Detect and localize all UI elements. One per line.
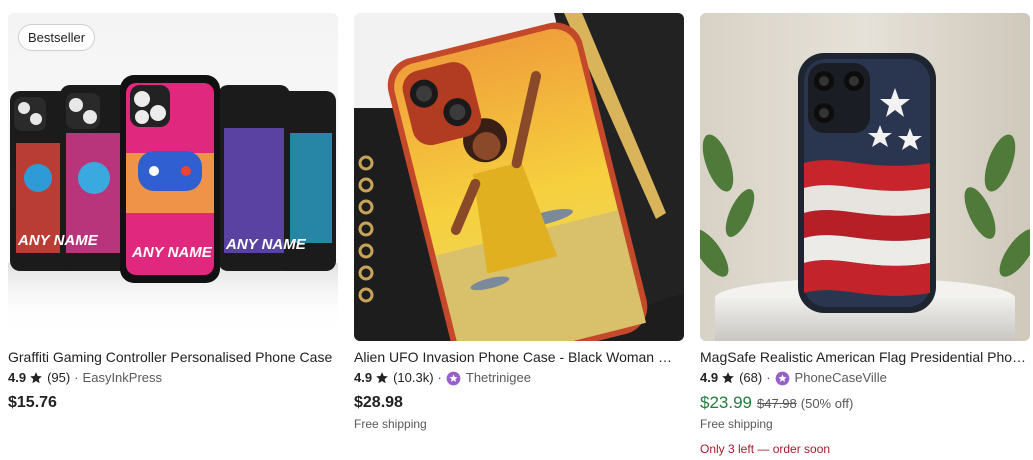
sale-price: $23.99 [700,393,752,412]
star-icon [722,372,734,384]
original-price: $47.98 [757,396,797,411]
listing-image[interactable] [700,13,1030,341]
separator-dot: · [74,370,79,385]
free-shipping-label: Free shipping [354,417,427,431]
shop-name[interactable]: EasyInkPress [83,368,162,388]
listing-title[interactable]: MagSafe Realistic American Flag Presiden… [700,347,1028,367]
star-seller-icon [775,371,789,385]
price-row: $28.98 [354,392,684,414]
shop-name[interactable]: Thetrinigee [466,368,531,388]
case-name-text: ANY NAME [17,232,99,249]
rating-value: 4.9 [8,370,27,385]
discount-label: (50% off) [800,396,854,411]
bestseller-badge: Bestseller [18,24,96,51]
listing-card[interactable]: MagSafe Realistic American Flag Presiden… [700,13,1030,456]
review-count: (68) [739,370,763,385]
free-shipping-label: Free shipping [700,417,773,431]
listing-card[interactable]: Alien UFO Invasion Phone Case - Black Wo… [354,13,684,453]
separator-dot: · [437,370,442,385]
review-count: (95) [47,370,71,385]
listing-rating-row: 4.9 (68) · PhoneCaseVille [700,368,1030,388]
low-stock-notice: Only 3 left — order soon [700,442,831,456]
rating-value: 4.9 [354,370,373,385]
case-name-text: ANY NAME [131,244,213,261]
case-name-text: ANY NAME [225,236,307,253]
listing-rating-row: 4.9 (95) · EasyInkPress [8,368,338,388]
listing-title[interactable]: Graffiti Gaming Controller Personalised … [8,347,336,367]
price: $15.76 [8,394,57,411]
star-seller-icon [446,371,461,385]
listing-image[interactable] [354,13,684,341]
listing-title[interactable]: Alien UFO Invasion Phone Case - Black Wo… [354,347,682,367]
listing-grid: ANY NAME ANY NAME ANY NAME Bestseller Gr… [0,0,1033,460]
price: $28.98 [354,394,403,411]
rating-value: 4.9 [700,370,719,385]
separator-dot: · [766,370,771,385]
listing-card[interactable]: ANY NAME ANY NAME ANY NAME Bestseller Gr… [8,13,338,453]
shop-name[interactable]: PhoneCaseVille [795,368,887,388]
listing-rating-row: 4.9 (10.3k) · Thetrinigee [354,368,684,388]
price-row: $15.76 [8,392,338,414]
star-icon [30,372,42,384]
star-icon [376,372,388,384]
listing-image[interactable]: ANY NAME ANY NAME ANY NAME Bestseller [8,13,338,341]
review-count: (10.3k) [393,370,434,385]
price-row: $23.99 $47.98 (50% off) [700,392,1030,414]
